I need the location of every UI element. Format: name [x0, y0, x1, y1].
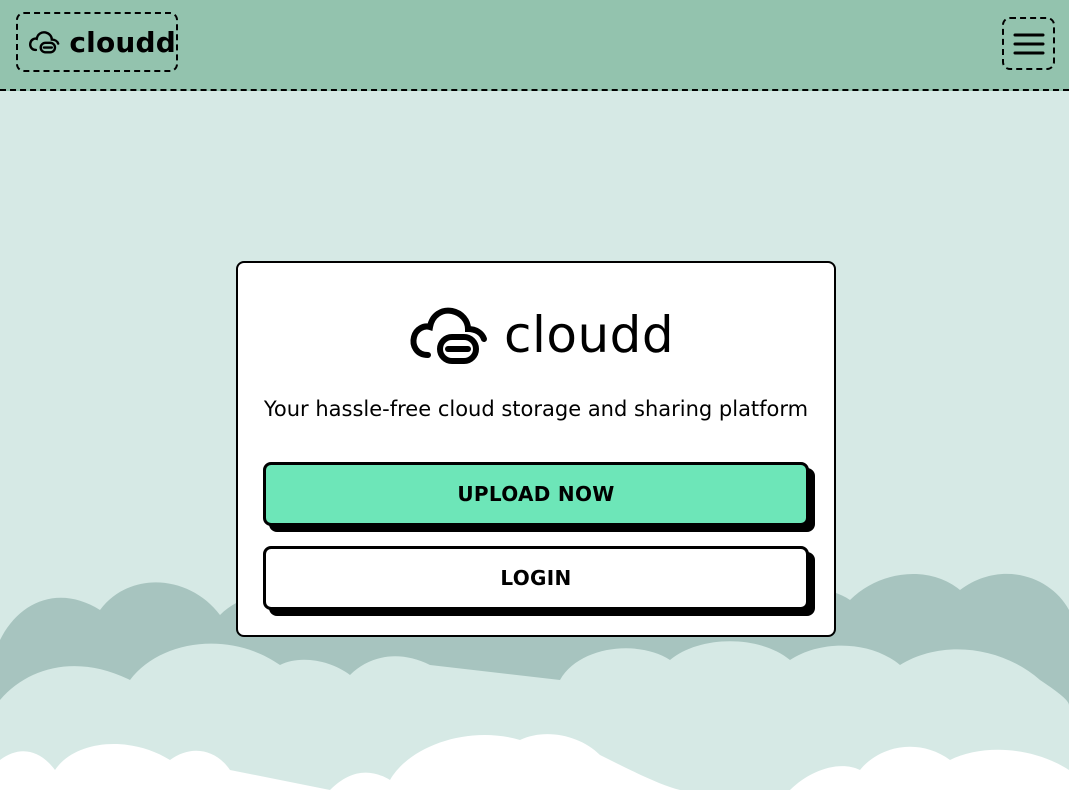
top-header: cloudd — [0, 0, 1069, 91]
brand-name: cloudd — [69, 25, 176, 59]
cloud-link-icon — [410, 307, 487, 364]
hero-logo: cloudd — [408, 301, 674, 369]
hero-tagline: Your hassle-free cloud storage and shari… — [263, 397, 809, 421]
login-button[interactable]: LOGIN — [263, 546, 809, 610]
hero-logo-name: cloudd — [504, 306, 675, 364]
menu-button[interactable] — [1002, 17, 1055, 70]
hero-card: cloudd Your hassle-free cloud storage an… — [236, 261, 836, 637]
hamburger-menu-icon — [1013, 33, 1044, 54]
upload-now-button[interactable]: UPLOAD NOW — [263, 462, 809, 526]
cloud-link-icon — [29, 31, 60, 54]
brand-home-link[interactable]: cloudd — [16, 12, 178, 72]
